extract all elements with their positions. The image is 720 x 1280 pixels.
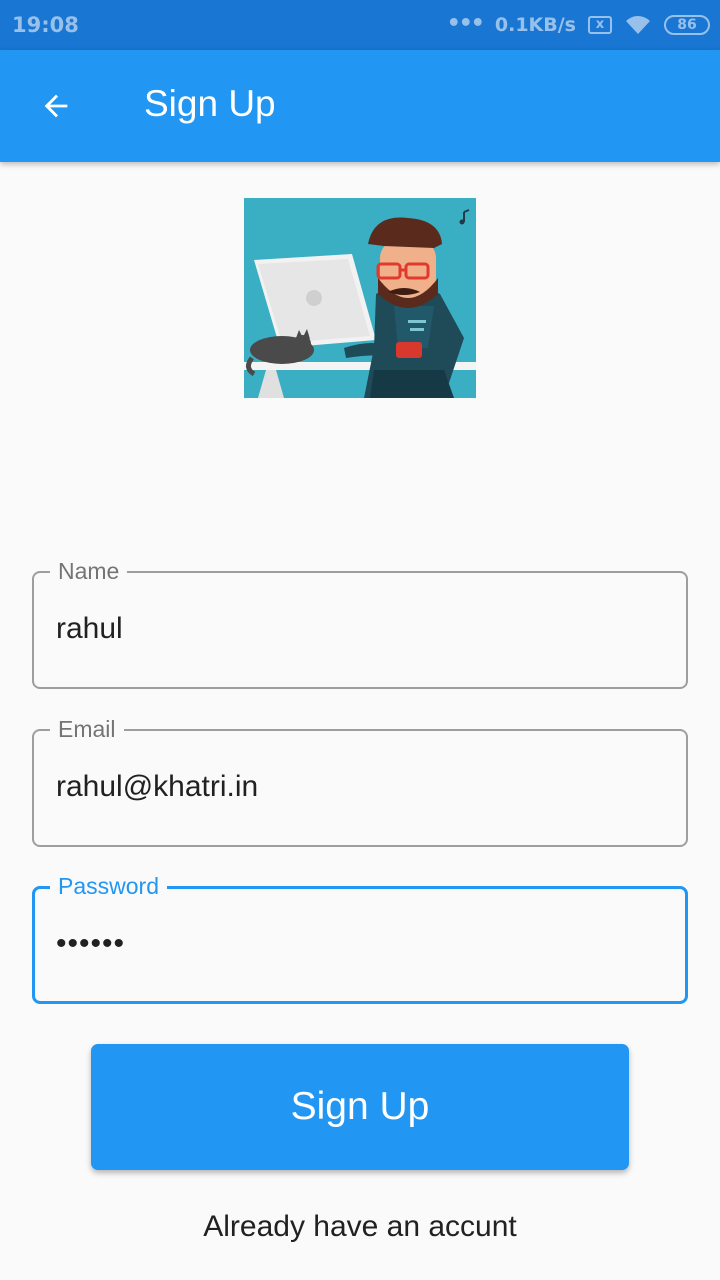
page-title: Sign Up bbox=[144, 83, 276, 124]
arrow-back-icon bbox=[44, 94, 68, 118]
status-indicators: ••• 0.1KB/s x 86 bbox=[447, 12, 710, 38]
back-button[interactable] bbox=[28, 78, 84, 134]
email-field-label: Email bbox=[50, 715, 124, 743]
email-field[interactable]: Email rahul@khatri.in bbox=[32, 715, 688, 847]
password-field[interactable]: Password •••••• bbox=[32, 872, 688, 1004]
password-field-label: Password bbox=[50, 872, 167, 900]
wifi-icon bbox=[624, 14, 652, 36]
status-bar: 19:08 ••• 0.1KB/s x 86 bbox=[0, 0, 720, 50]
name-field-label: Name bbox=[50, 557, 128, 585]
name-field-value[interactable]: rahul bbox=[56, 611, 123, 647]
battery-icon: 86 bbox=[664, 15, 710, 35]
network-speed: 0.1KB/s bbox=[494, 14, 576, 36]
already-have-account-link[interactable]: Already have an accunt bbox=[0, 1210, 720, 1244]
no-sim-icon: x bbox=[588, 16, 612, 34]
email-field-value[interactable]: rahul@khatri.in bbox=[56, 769, 258, 805]
app-bar: Sign Up bbox=[0, 50, 720, 162]
status-time: 19:08 bbox=[12, 13, 79, 37]
password-field-value[interactable]: •••••• bbox=[56, 926, 125, 962]
developer-illustration bbox=[244, 198, 476, 398]
name-field[interactable]: Name rahul bbox=[32, 557, 688, 689]
sign-up-button[interactable]: Sign Up bbox=[91, 1044, 629, 1170]
more-dots-icon: ••• bbox=[446, 11, 485, 36]
